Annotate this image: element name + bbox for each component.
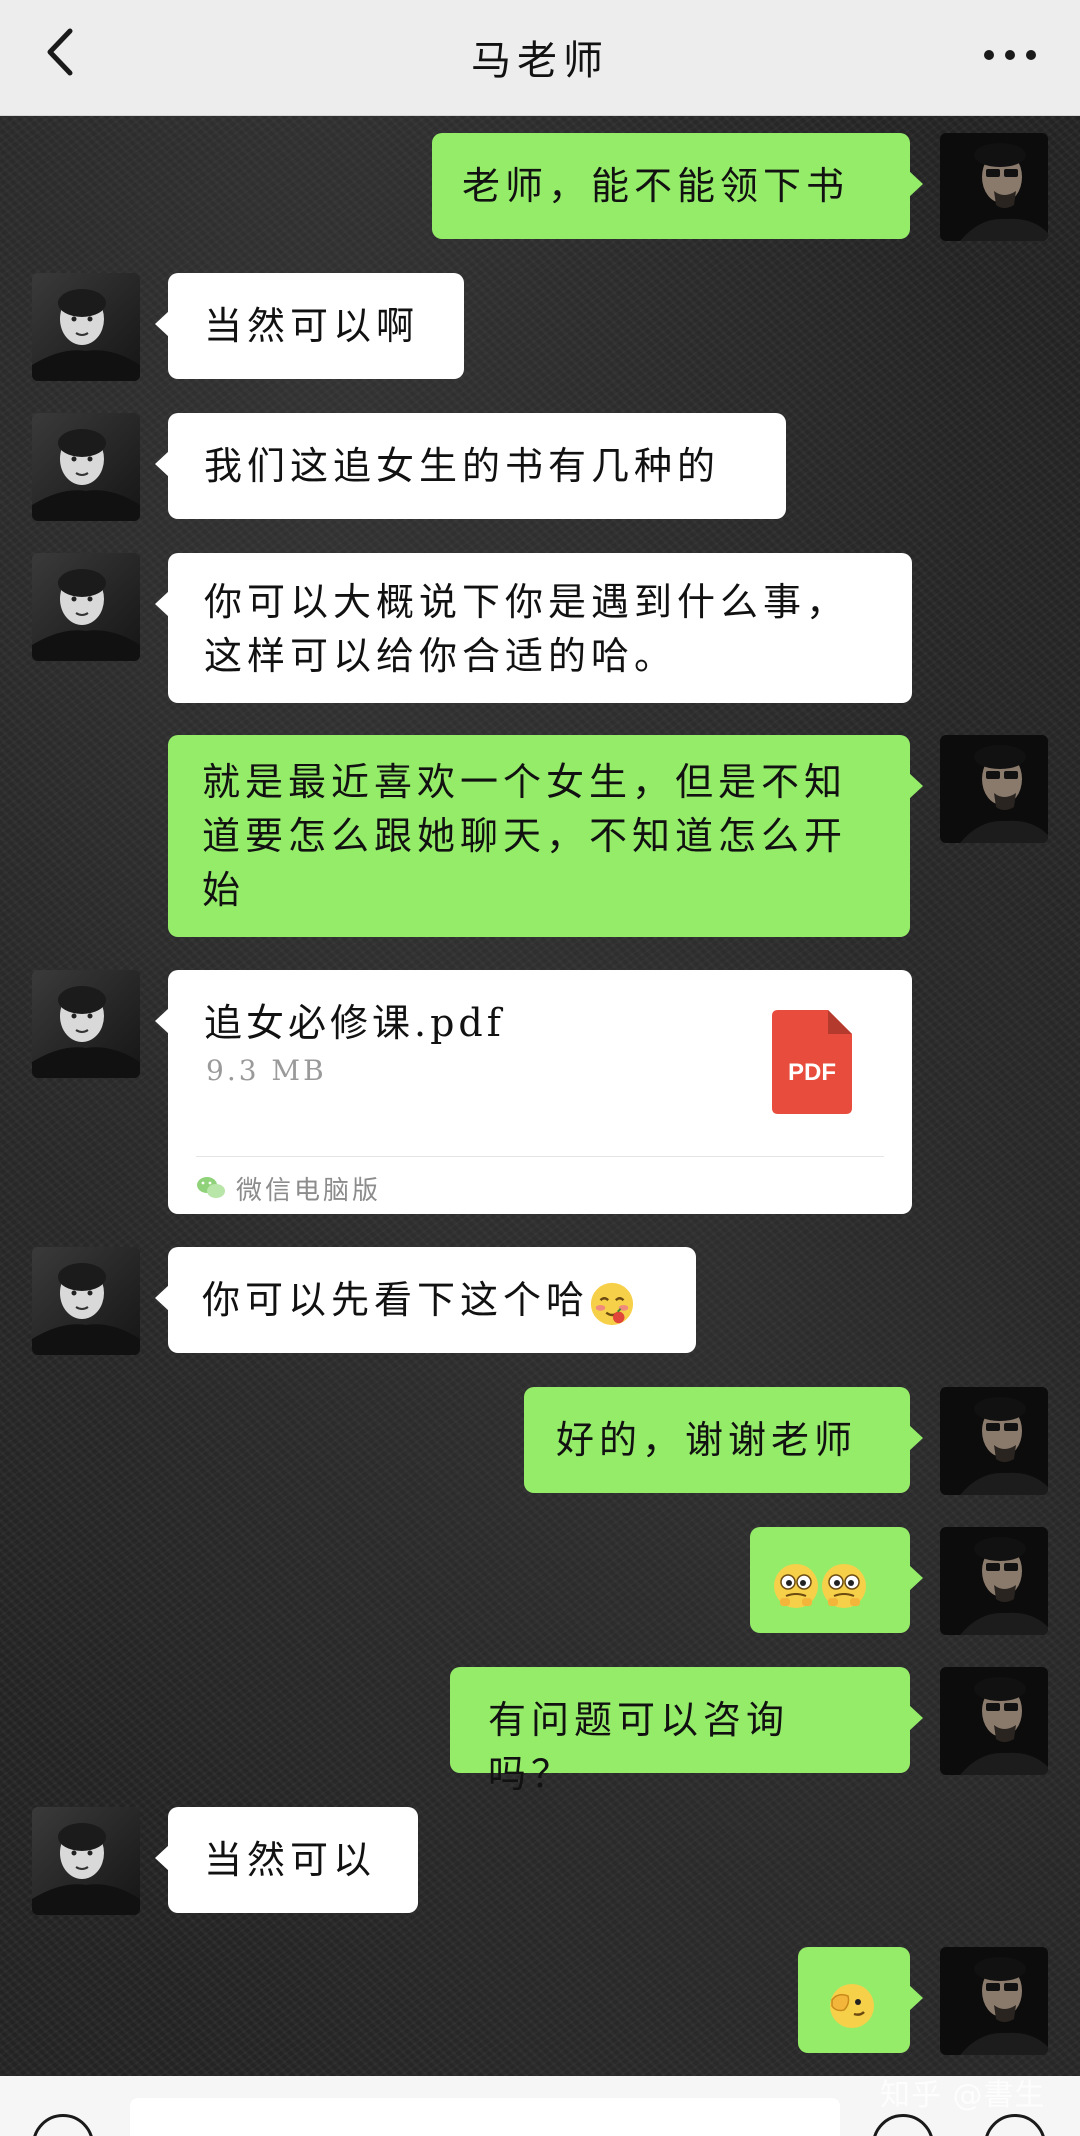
message-bubble-sent[interactable]: 好的，谢谢老师 xyxy=(524,1387,923,1493)
contact-avatar[interactable] xyxy=(32,970,140,1078)
message-bubble-received[interactable]: 你可以大概说下你是遇到什么事， 这样可以给你合适的哈。 xyxy=(155,553,912,703)
message-bubble-sent[interactable] xyxy=(798,1947,923,2053)
message-bubble-sent[interactable] xyxy=(750,1527,923,1633)
chat-header: 马老师 xyxy=(0,0,1080,116)
message-text-line: 道要怎么跟她聊天，不知道怎么开 xyxy=(202,814,848,858)
watermark: 知乎 @書生 xyxy=(880,2078,1046,2113)
self-avatar[interactable] xyxy=(940,735,1048,843)
shy-emoji-icon xyxy=(590,1282,634,1325)
file-message-card[interactable]: 追女必修课.pdf 9.3 MB PDF 微信电脑版 xyxy=(155,970,912,1214)
more-dots-icon xyxy=(984,50,1036,60)
message-text-line: 始 xyxy=(202,868,246,912)
message-text-line: 就是最近喜欢一个女生，但是不知 xyxy=(202,760,848,804)
message-text-line: 你可以大概说下你是遇到什么事， xyxy=(204,580,850,624)
message-text: 好的，谢谢老师 xyxy=(556,1418,858,1462)
self-avatar[interactable] xyxy=(940,1527,1048,1635)
message-bubble-sent[interactable]: 有问题可以咨询吗？ xyxy=(450,1667,923,1796)
file-name: 追女必修课.pdf xyxy=(204,1001,505,1045)
voice-button[interactable] xyxy=(32,2114,94,2136)
self-avatar[interactable] xyxy=(940,133,1048,241)
contact-avatar[interactable] xyxy=(32,413,140,521)
contact-avatar[interactable] xyxy=(32,1807,140,1915)
message-bubble-sent[interactable]: 老师，能不能领下书 xyxy=(432,133,923,239)
message-bubble-received[interactable]: 当然可以啊 xyxy=(155,273,464,379)
message-text: 当然可以啊 xyxy=(204,304,420,348)
self-avatar[interactable] xyxy=(940,1947,1048,2055)
message-bubble-received[interactable]: 我们这追女生的书有几种的 xyxy=(155,413,786,519)
wechat-icon xyxy=(197,1177,225,1198)
eyes-emoji-icon xyxy=(821,1562,867,1609)
self-avatar[interactable] xyxy=(940,1667,1048,1775)
file-source: 微信电脑版 xyxy=(196,1168,381,1208)
message-bubble-sent[interactable]: 就是最近喜欢一个女生，但是不知 道要怎么跟她聊天，不知道怎么开 始 xyxy=(168,735,923,937)
message-text: 老师，能不能领下书 xyxy=(462,164,850,208)
self-avatar[interactable] xyxy=(940,1387,1048,1495)
message-text: 当然可以 xyxy=(204,1838,377,1882)
message-input[interactable] xyxy=(130,2098,840,2136)
contact-avatar[interactable] xyxy=(32,273,140,381)
emoji-button[interactable] xyxy=(872,2114,934,2136)
message-bubble-received[interactable]: 你可以先看下这个哈 xyxy=(155,1247,696,1353)
file-size: 9.3 MB xyxy=(206,1054,327,1087)
message-text: 你可以先看下这个哈 xyxy=(202,1278,590,1322)
pdf-label: PDF xyxy=(788,1059,836,1086)
chat-screen: 马老师 老师，能不能领下书 当然可以啊 我们这追女生的书有几种的 你可以大概说下… xyxy=(0,0,1080,2136)
message-text: 有问题可以咨询吗？ xyxy=(488,1698,790,1796)
peek-emoji-icon xyxy=(830,1983,874,2028)
contact-avatar[interactable] xyxy=(32,553,140,661)
file-source-label: 微信电脑版 xyxy=(236,1175,382,1206)
add-button[interactable] xyxy=(984,2114,1046,2136)
more-button[interactable] xyxy=(980,30,1040,80)
divider xyxy=(196,1156,884,1157)
contact-avatar[interactable] xyxy=(32,1247,140,1355)
chat-title: 马老师 xyxy=(471,38,609,84)
pdf-file-icon: PDF xyxy=(772,1010,852,1114)
message-text-line: 这样可以给你合适的哈。 xyxy=(204,634,678,678)
message-text: 我们这追女生的书有几种的 xyxy=(204,444,721,488)
eyes-emoji-icon xyxy=(773,1562,819,1609)
message-bubble-received[interactable]: 当然可以 xyxy=(155,1807,418,1913)
